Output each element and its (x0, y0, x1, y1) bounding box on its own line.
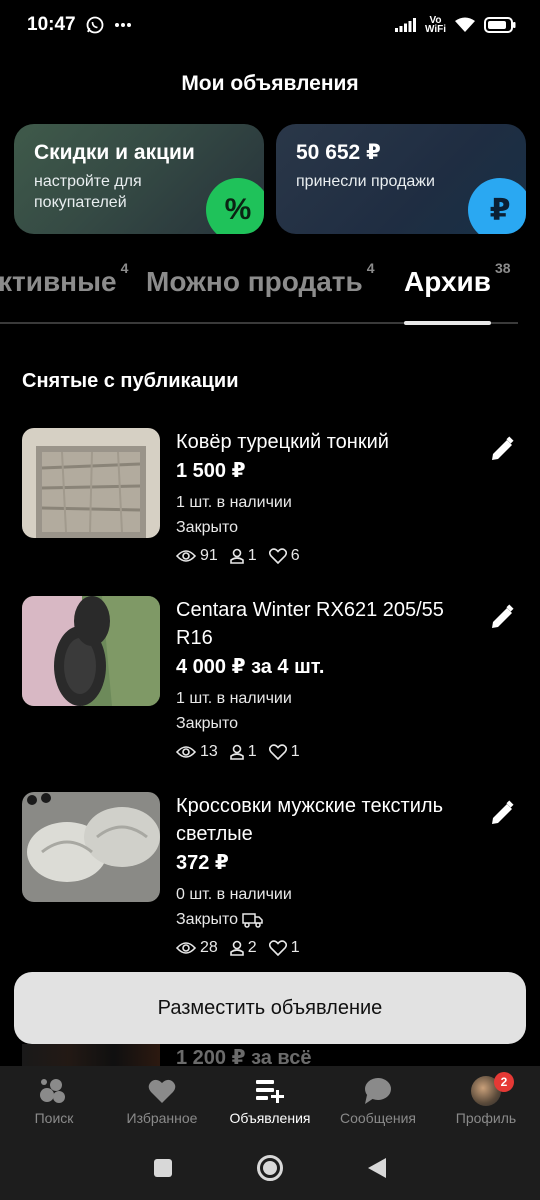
listing-price: 4 000 ₽ за 4 шт. (176, 656, 325, 678)
tab-indicator (404, 321, 491, 325)
whatsapp-icon (86, 16, 104, 34)
listing-stats: 91 1 6 (176, 547, 476, 565)
tab-count: 4 (366, 259, 375, 276)
eye-icon (176, 746, 196, 758)
views-count: 91 (200, 547, 218, 564)
nav-label: Объявления (229, 1110, 311, 1126)
contacts-count: 1 (247, 547, 257, 564)
listing-title: Centara Winter RX621 205/55 R16 (176, 599, 444, 649)
signal-icon (394, 18, 417, 32)
ruble-icon: ₽ (468, 178, 526, 234)
listing-price-partial: 1 200 ₽ за всё (176, 1047, 312, 1066)
chat-icon (363, 1076, 393, 1106)
nav-search[interactable]: Поиск (0, 1066, 108, 1136)
notification-badge: 2 (494, 1072, 514, 1092)
listing-price: 372 ₽ (176, 852, 229, 874)
nav-label: Сообщения (340, 1110, 416, 1126)
back-button[interactable] (357, 1148, 397, 1188)
listing-status: Закрыто (176, 909, 476, 931)
heart-outline-icon (268, 744, 287, 760)
card-subtitle: настройте для покупателей (34, 173, 142, 211)
listing-price: 1 500 ₽ (176, 460, 246, 482)
listing-status: Закрыто (176, 715, 239, 732)
listing-stock: 0 шт. в наличии (176, 886, 292, 903)
discounts-card[interactable]: Скидки и акции настройте для покупателей… (14, 124, 264, 234)
favorites-count: 1 (290, 743, 300, 760)
views-count: 13 (200, 743, 218, 760)
listing-status: Закрыто (176, 519, 239, 536)
system-nav-bar (0, 1136, 540, 1200)
listing-photo (22, 596, 160, 706)
nav-profile[interactable]: Профиль 2 (432, 1066, 540, 1136)
edit-icon[interactable] (484, 600, 520, 636)
bottom-nav: Поиск Избранное Объявления Сообщения Про… (0, 1066, 540, 1136)
edit-icon[interactable] (484, 796, 520, 832)
nav-messages[interactable]: Сообщения (324, 1066, 432, 1136)
wifi-icon (454, 17, 476, 33)
card-title: 50 652 ₽ (296, 141, 381, 164)
listing-photo-partial (22, 1044, 160, 1066)
tab-archive[interactable]: Архив 38 (404, 260, 511, 298)
status-time: 10:47 (27, 14, 76, 35)
battery-icon (484, 17, 516, 33)
listing-photo (22, 792, 160, 902)
contacts-count: 1 (247, 743, 257, 760)
heart-outline-icon (268, 940, 287, 956)
tab-count: 38 (494, 259, 511, 276)
sales-card[interactable]: 50 652 ₽ принесли продажи ₽ (276, 124, 526, 234)
nav-listings[interactable]: Объявления (216, 1066, 324, 1136)
person-icon (229, 940, 244, 956)
eye-icon (176, 942, 196, 954)
person-icon (229, 744, 244, 760)
recents-button[interactable] (143, 1148, 183, 1188)
status-bar: 10:47 Vo WiFi (0, 0, 540, 50)
tab-count: 4 (120, 259, 129, 276)
listing-title: Ковёр турецкий тонкий (176, 431, 389, 453)
person-icon (229, 548, 244, 564)
tab-active[interactable]: ктивные 4 (0, 260, 128, 298)
listing-title: Кроссовки мужские текстиль светлые (176, 795, 443, 845)
edit-icon[interactable] (484, 432, 520, 468)
tabs-bar: ктивные 4 Можно продать 4 Архив 38 (0, 260, 540, 326)
nav-label: Избранное (126, 1110, 198, 1126)
card-title: Скидки и акции (34, 141, 195, 164)
listing-stock: 1 шт. в наличии (176, 690, 292, 707)
post-listing-button[interactable]: Разместить объявление (14, 972, 526, 1044)
delivery-truck-icon (242, 913, 263, 928)
page-title: Мои объявления (181, 72, 359, 95)
percent-icon: % (206, 178, 264, 234)
listing-photo (22, 428, 160, 538)
nav-label: Профиль (455, 1110, 517, 1126)
nav-label: Поиск (34, 1110, 74, 1126)
eye-icon (176, 550, 196, 562)
favorites-count: 6 (290, 547, 300, 564)
listing-stock: 1 шт. в наличии (176, 494, 292, 511)
tab-can-sell[interactable]: Можно продать 4 (146, 260, 375, 298)
contacts-count: 2 (247, 939, 257, 956)
listing-stats: 28 2 1 (176, 939, 476, 957)
section-title: Снятые с публикации (22, 370, 239, 392)
views-count: 28 (200, 939, 218, 956)
heart-outline-icon (268, 548, 287, 564)
vowifi-indicator: Vo WiFi (424, 15, 446, 35)
favorites-count: 1 (290, 939, 300, 956)
listings-icon (255, 1076, 285, 1106)
heart-icon (148, 1076, 176, 1106)
home-button[interactable] (250, 1148, 290, 1188)
more-dots-icon (114, 22, 132, 28)
listing-stats: 13 1 1 (176, 743, 476, 761)
search-icon (39, 1076, 69, 1106)
nav-favorites[interactable]: Избранное (108, 1066, 216, 1136)
